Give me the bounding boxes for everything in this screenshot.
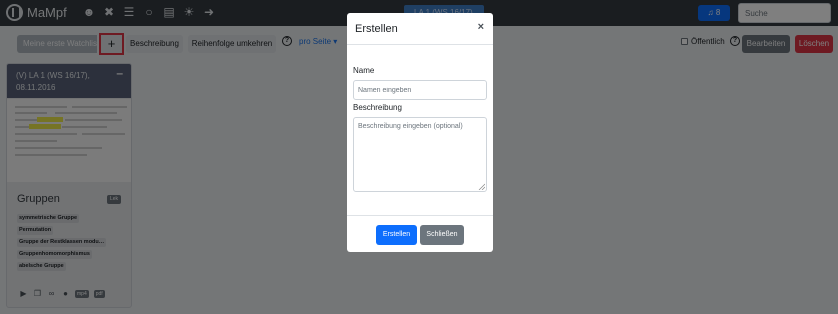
description-textarea[interactable] [353,117,487,192]
name-input[interactable] [353,80,487,100]
close-icon[interactable]: × [478,21,484,33]
create-watchlist-modal: Erstellen × Name Beschreibung Erstellen … [347,13,493,252]
name-label: Name [353,66,375,75]
create-button[interactable]: Erstellen [376,225,417,245]
modal-title: Erstellen [355,23,398,35]
resize-grip-icon[interactable] [478,183,485,190]
modal-footer: Erstellen Schließen [347,215,493,252]
modal-header: Erstellen × [347,13,493,45]
description-label: Beschreibung [353,103,402,112]
close-button[interactable]: Schließen [420,225,464,245]
